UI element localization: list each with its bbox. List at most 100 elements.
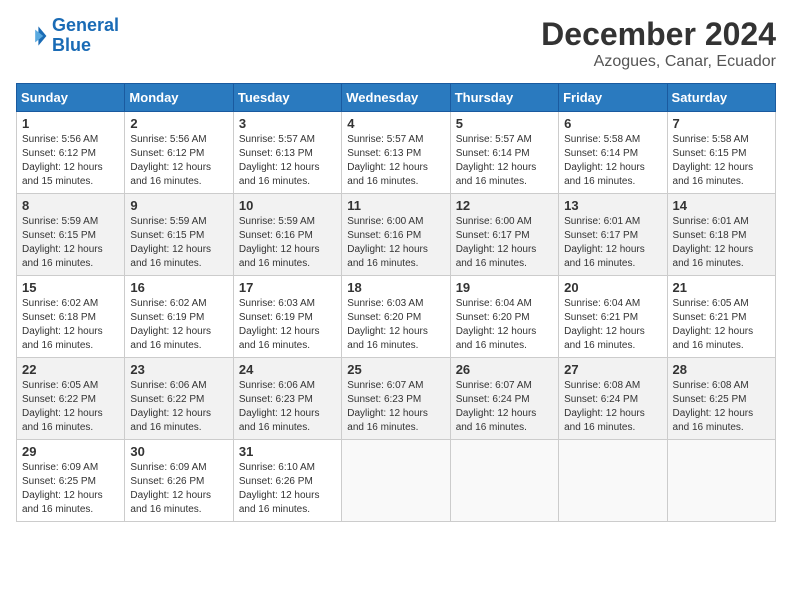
day-number: 9 bbox=[130, 198, 227, 213]
day-info: Sunrise: 6:00 AM Sunset: 6:16 PM Dayligh… bbox=[347, 215, 444, 271]
day-number: 21 bbox=[673, 280, 770, 295]
calendar-cell: 4 Sunrise: 5:57 AM Sunset: 6:13 PM Daylig… bbox=[342, 112, 450, 194]
day-info: Sunrise: 5:58 AM Sunset: 6:14 PM Dayligh… bbox=[564, 133, 661, 189]
day-info: Sunrise: 6:04 AM Sunset: 6:20 PM Dayligh… bbox=[456, 297, 553, 353]
calendar-cell: 6 Sunrise: 5:58 AM Sunset: 6:14 PM Daylig… bbox=[559, 112, 667, 194]
day-info: Sunrise: 5:59 AM Sunset: 6:15 PM Dayligh… bbox=[22, 215, 119, 271]
weekday-header-wednesday: Wednesday bbox=[342, 84, 450, 112]
calendar-cell: 10Sunrise: 5:59 AM Sunset: 6:16 PM Dayli… bbox=[233, 194, 341, 276]
day-info: Sunrise: 6:10 AM Sunset: 6:26 PM Dayligh… bbox=[239, 461, 336, 517]
day-info: Sunrise: 5:57 AM Sunset: 6:13 PM Dayligh… bbox=[239, 133, 336, 189]
day-number: 22 bbox=[22, 362, 119, 377]
location-subtitle: Azogues, Canar, Ecuador bbox=[541, 53, 776, 71]
day-info: Sunrise: 6:09 AM Sunset: 6:26 PM Dayligh… bbox=[130, 461, 227, 517]
day-number: 24 bbox=[239, 362, 336, 377]
day-number: 19 bbox=[456, 280, 553, 295]
day-info: Sunrise: 6:01 AM Sunset: 6:18 PM Dayligh… bbox=[673, 215, 770, 271]
day-info: Sunrise: 6:08 AM Sunset: 6:24 PM Dayligh… bbox=[564, 379, 661, 435]
day-info: Sunrise: 6:05 AM Sunset: 6:22 PM Dayligh… bbox=[22, 379, 119, 435]
day-info: Sunrise: 5:57 AM Sunset: 6:13 PM Dayligh… bbox=[347, 133, 444, 189]
main-title: December 2024 bbox=[541, 16, 776, 53]
day-info: Sunrise: 6:07 AM Sunset: 6:24 PM Dayligh… bbox=[456, 379, 553, 435]
weekday-header-monday: Monday bbox=[125, 84, 233, 112]
day-number: 5 bbox=[456, 116, 553, 131]
calendar-cell: 16Sunrise: 6:02 AM Sunset: 6:19 PM Dayli… bbox=[125, 276, 233, 358]
calendar-cell: 27 Sunrise: 6:08 AM Sunset: 6:24 PM Dayli… bbox=[559, 358, 667, 440]
calendar-cell: 7Sunrise: 5:58 AM Sunset: 6:15 PM Daylig… bbox=[667, 112, 775, 194]
day-number: 14 bbox=[673, 198, 770, 213]
calendar-cell: 20Sunrise: 6:04 AM Sunset: 6:21 PM Dayli… bbox=[559, 276, 667, 358]
day-number: 17 bbox=[239, 280, 336, 295]
calendar-week-row: 1 Sunrise: 5:56 AM Sunset: 6:12 PM Daylig… bbox=[17, 112, 776, 194]
day-number: 29 bbox=[22, 444, 119, 459]
day-info: Sunrise: 6:06 AM Sunset: 6:22 PM Dayligh… bbox=[130, 379, 227, 435]
day-info: Sunrise: 6:08 AM Sunset: 6:25 PM Dayligh… bbox=[673, 379, 770, 435]
day-number: 8 bbox=[22, 198, 119, 213]
day-number: 31 bbox=[239, 444, 336, 459]
logo-line1: General bbox=[52, 15, 119, 35]
day-info: Sunrise: 6:05 AM Sunset: 6:21 PM Dayligh… bbox=[673, 297, 770, 353]
calendar-cell: 9Sunrise: 5:59 AM Sunset: 6:15 PM Daylig… bbox=[125, 194, 233, 276]
day-info: Sunrise: 5:56 AM Sunset: 6:12 PM Dayligh… bbox=[130, 133, 227, 189]
calendar-cell: 28 Sunrise: 6:08 AM Sunset: 6:25 PM Dayli… bbox=[667, 358, 775, 440]
day-number: 20 bbox=[564, 280, 661, 295]
day-number: 18 bbox=[347, 280, 444, 295]
weekday-header-friday: Friday bbox=[559, 84, 667, 112]
calendar-cell: 22 Sunrise: 6:05 AM Sunset: 6:22 PM Dayli… bbox=[17, 358, 125, 440]
weekday-header-thursday: Thursday bbox=[450, 84, 558, 112]
calendar-cell: 30 Sunrise: 6:09 AM Sunset: 6:26 PM Dayli… bbox=[125, 440, 233, 522]
page-header: General Blue December 2024 Azogues, Cana… bbox=[16, 16, 776, 71]
day-number: 28 bbox=[673, 362, 770, 377]
calendar-cell: 31 Sunrise: 6:10 AM Sunset: 6:26 PM Dayli… bbox=[233, 440, 341, 522]
calendar-cell: 19 Sunrise: 6:04 AM Sunset: 6:20 PM Dayli… bbox=[450, 276, 558, 358]
calendar-table: SundayMondayTuesdayWednesdayThursdayFrid… bbox=[16, 83, 776, 522]
day-number: 1 bbox=[22, 116, 119, 131]
day-number: 11 bbox=[347, 198, 444, 213]
calendar-cell: 8 Sunrise: 5:59 AM Sunset: 6:15 PM Daylig… bbox=[17, 194, 125, 276]
day-info: Sunrise: 6:03 AM Sunset: 6:20 PM Dayligh… bbox=[347, 297, 444, 353]
logo: General Blue bbox=[16, 16, 119, 56]
calendar-cell: 3Sunrise: 5:57 AM Sunset: 6:13 PM Daylig… bbox=[233, 112, 341, 194]
day-number: 15 bbox=[22, 280, 119, 295]
logo-icon bbox=[16, 20, 48, 52]
day-info: Sunrise: 6:03 AM Sunset: 6:19 PM Dayligh… bbox=[239, 297, 336, 353]
title-block: December 2024 Azogues, Canar, Ecuador bbox=[541, 16, 776, 71]
calendar-cell: 15 Sunrise: 6:02 AM Sunset: 6:18 PM Dayli… bbox=[17, 276, 125, 358]
day-number: 30 bbox=[130, 444, 227, 459]
calendar-header-row: SundayMondayTuesdayWednesdayThursdayFrid… bbox=[17, 84, 776, 112]
day-number: 4 bbox=[347, 116, 444, 131]
calendar-cell: 17 Sunrise: 6:03 AM Sunset: 6:19 PM Dayli… bbox=[233, 276, 341, 358]
calendar-week-row: 15 Sunrise: 6:02 AM Sunset: 6:18 PM Dayli… bbox=[17, 276, 776, 358]
day-number: 12 bbox=[456, 198, 553, 213]
day-info: Sunrise: 6:01 AM Sunset: 6:17 PM Dayligh… bbox=[564, 215, 661, 271]
calendar-cell bbox=[342, 440, 450, 522]
day-info: Sunrise: 5:56 AM Sunset: 6:12 PM Dayligh… bbox=[22, 133, 119, 189]
calendar-week-row: 22 Sunrise: 6:05 AM Sunset: 6:22 PM Dayli… bbox=[17, 358, 776, 440]
day-number: 16 bbox=[130, 280, 227, 295]
day-number: 7 bbox=[673, 116, 770, 131]
day-info: Sunrise: 6:02 AM Sunset: 6:18 PM Dayligh… bbox=[22, 297, 119, 353]
calendar-cell: 11 Sunrise: 6:00 AM Sunset: 6:16 PM Dayli… bbox=[342, 194, 450, 276]
calendar-cell: 12Sunrise: 6:00 AM Sunset: 6:17 PM Dayli… bbox=[450, 194, 558, 276]
logo-line2: Blue bbox=[52, 35, 91, 55]
calendar-cell: 2 Sunrise: 5:56 AM Sunset: 6:12 PM Daylig… bbox=[125, 112, 233, 194]
calendar-cell bbox=[667, 440, 775, 522]
day-number: 2 bbox=[130, 116, 227, 131]
calendar-cell: 23Sunrise: 6:06 AM Sunset: 6:22 PM Dayli… bbox=[125, 358, 233, 440]
calendar-cell bbox=[450, 440, 558, 522]
day-number: 6 bbox=[564, 116, 661, 131]
calendar-week-row: 29Sunrise: 6:09 AM Sunset: 6:25 PM Dayli… bbox=[17, 440, 776, 522]
day-info: Sunrise: 6:07 AM Sunset: 6:23 PM Dayligh… bbox=[347, 379, 444, 435]
calendar-cell: 18 Sunrise: 6:03 AM Sunset: 6:20 PM Dayli… bbox=[342, 276, 450, 358]
calendar-cell bbox=[559, 440, 667, 522]
day-number: 25 bbox=[347, 362, 444, 377]
calendar-cell: 25 Sunrise: 6:07 AM Sunset: 6:23 PM Dayli… bbox=[342, 358, 450, 440]
day-info: Sunrise: 6:06 AM Sunset: 6:23 PM Dayligh… bbox=[239, 379, 336, 435]
calendar-cell: 5Sunrise: 5:57 AM Sunset: 6:14 PM Daylig… bbox=[450, 112, 558, 194]
day-info: Sunrise: 5:59 AM Sunset: 6:16 PM Dayligh… bbox=[239, 215, 336, 271]
calendar-cell: 21 Sunrise: 6:05 AM Sunset: 6:21 PM Dayli… bbox=[667, 276, 775, 358]
calendar-cell: 13Sunrise: 6:01 AM Sunset: 6:17 PM Dayli… bbox=[559, 194, 667, 276]
calendar-body: 1 Sunrise: 5:56 AM Sunset: 6:12 PM Daylig… bbox=[17, 112, 776, 522]
day-number: 27 bbox=[564, 362, 661, 377]
weekday-header-sunday: Sunday bbox=[17, 84, 125, 112]
